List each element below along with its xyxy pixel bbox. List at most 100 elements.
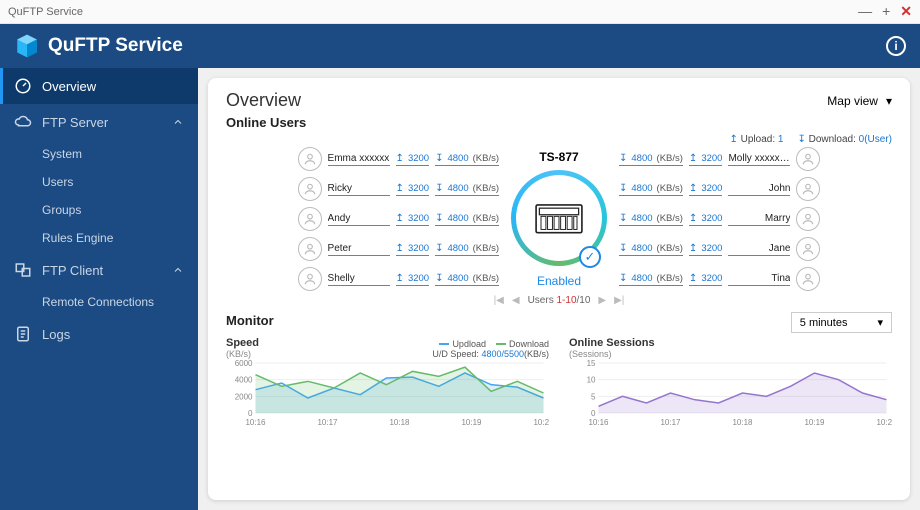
sidebar: Overview FTP Server System Users Groups …	[0, 68, 198, 510]
user-name: Shelly	[328, 273, 390, 286]
user-row[interactable]: Molly xxxxxx...↥3200↧4800(KB/s)	[619, 147, 820, 171]
user-row[interactable]: Tina↥3200↧4800(KB/s)	[619, 267, 820, 291]
legend-upload: Updload	[452, 339, 486, 349]
check-badge-icon: ✓	[579, 246, 601, 268]
upload-speed: ↥3200	[396, 183, 430, 196]
download-arrow-icon: ↧	[435, 243, 443, 254]
app-header: QuFTP Service i	[0, 24, 920, 68]
sidebar-label: FTP Client	[42, 263, 103, 278]
sidebar-item-overview[interactable]: Overview	[0, 68, 198, 104]
device-name: TS-877	[539, 150, 578, 164]
user-row[interactable]: Ricky↥3200↧4800(KB/s)	[298, 177, 499, 201]
upload-speed: ↥3200	[396, 243, 430, 256]
svg-text:10:17: 10:17	[317, 418, 338, 427]
svg-text:6000: 6000	[235, 359, 253, 368]
svg-text:10: 10	[587, 376, 596, 385]
pager-next[interactable]: ▶	[598, 295, 606, 306]
ud-value: 4800/5500	[481, 349, 524, 359]
pager-label: Users	[528, 295, 554, 306]
page-title: Overview	[226, 90, 301, 111]
avatar-icon	[796, 177, 820, 201]
user-name: Emma xxxxxx	[328, 153, 390, 166]
download-arrow-icon: ↧	[619, 153, 627, 164]
download-arrow-icon: ↧	[435, 213, 443, 224]
pager-prev[interactable]: ◀	[512, 295, 520, 306]
download-speed: ↧4800(KB/s)	[619, 273, 683, 286]
svg-text:10:19: 10:19	[461, 418, 482, 427]
upload-speed: ↥3200	[689, 183, 723, 196]
speed-chart-unit: (KB/s)	[226, 349, 259, 359]
user-row[interactable]: Andy↥3200↧4800(KB/s)	[298, 207, 499, 231]
upload-count: 1	[778, 134, 784, 145]
user-row[interactable]: John ↥3200 ↧4800(KB/s)	[619, 177, 820, 201]
download-arrow-icon: ↧	[619, 213, 627, 224]
close-button[interactable]: ✕	[900, 3, 912, 20]
main-content: Overview Map view ▾ Online Users ↥ Uploa…	[208, 78, 910, 500]
view-selector[interactable]: Map view ▾	[827, 94, 892, 108]
user-row[interactable]: Peter↥3200↧4800(KB/s)	[298, 237, 499, 261]
sidebar-sub-rules[interactable]: Rules Engine	[0, 224, 198, 252]
upload-arrow-icon: ↥	[729, 134, 737, 145]
svg-text:10:16: 10:16	[245, 418, 266, 427]
user-row[interactable]: Jane↥3200↧4800(KB/s)	[619, 237, 820, 261]
client-icon	[14, 261, 32, 279]
sessions-chart-svg: 05101510:1610:1710:1810:1910:20	[569, 359, 892, 427]
upload-arrow-icon: ↥	[689, 213, 697, 224]
sidebar-item-ftpserver[interactable]: FTP Server	[0, 104, 198, 140]
sidebar-item-ftpclient[interactable]: FTP Client	[0, 252, 198, 288]
download-speed: ↧4800(KB/s)	[435, 213, 499, 226]
upload-speed: ↥3200	[689, 273, 723, 286]
svg-text:10:16: 10:16	[588, 418, 609, 427]
svg-text:0: 0	[591, 409, 596, 418]
avatar-icon	[796, 207, 820, 231]
download-speed: ↧4800(KB/s)	[435, 273, 499, 286]
upload-arrow-icon: ↥	[396, 183, 404, 194]
pager-total: /10	[577, 295, 591, 306]
sidebar-label: Logs	[42, 327, 70, 342]
download-speed: ↧4800(KB/s)	[619, 153, 683, 166]
hub: TS-877 ✓ Enabled	[511, 150, 607, 288]
user-name: John	[728, 183, 790, 196]
svg-text:10:18: 10:18	[389, 418, 410, 427]
minimize-button[interactable]: —	[858, 3, 872, 20]
sidebar-sub-groups[interactable]: Groups	[0, 196, 198, 224]
user-name: Jane	[728, 243, 790, 256]
pager: |◀ ◀ Users 1-10/10 ▶ ▶|	[226, 295, 892, 306]
status-ring: ✓	[511, 170, 607, 266]
avatar-icon	[298, 267, 322, 291]
sidebar-sub-system[interactable]: System	[0, 140, 198, 168]
svg-text:0: 0	[248, 409, 253, 418]
time-range-select[interactable]: 5 minutes ▾	[791, 312, 892, 333]
user-row[interactable]: Marry↥3200↧4800(KB/s)	[619, 207, 820, 231]
download-arrow-icon: ↧	[619, 273, 627, 284]
pager-last[interactable]: ▶|	[614, 295, 624, 306]
time-range-value: 5 minutes	[800, 317, 848, 329]
download-speed: ↧4800(KB/s)	[619, 183, 683, 196]
svg-text:4000: 4000	[235, 376, 253, 385]
user-row[interactable]: Emma xxxxxx↥3200↧4800(KB/s)	[298, 147, 499, 171]
sidebar-item-logs[interactable]: Logs	[0, 316, 198, 352]
upload-arrow-icon: ↥	[396, 243, 404, 254]
sessions-chart-title: Online Sessions	[569, 337, 892, 349]
logs-icon	[14, 325, 32, 343]
app-title: QuFTP Service	[48, 35, 183, 57]
speed-chart: Speed (KB/s) Updload Download U/D Speed:…	[226, 337, 549, 432]
sidebar-sub-remote[interactable]: Remote Connections	[0, 288, 198, 316]
maximize-button[interactable]: +	[882, 3, 890, 20]
sidebar-sub-users[interactable]: Users	[0, 168, 198, 196]
download-arrow-icon: ↧	[619, 183, 627, 194]
upload-arrow-icon: ↥	[689, 183, 697, 194]
view-selector-label: Map view	[827, 94, 878, 108]
upload-arrow-icon: ↥	[396, 213, 404, 224]
avatar-icon	[298, 207, 322, 231]
info-icon[interactable]: i	[886, 36, 906, 56]
pager-range: 1-10	[556, 295, 576, 306]
nas-device-icon	[534, 200, 584, 236]
avatar-icon	[298, 147, 322, 171]
avatar-icon	[298, 177, 322, 201]
sessions-chart-unit: (Sessions)	[569, 349, 892, 359]
upload-download-summary: ↥ Upload: 1 ↧ Download: 0(User)	[226, 134, 892, 145]
download-label: Download:	[809, 134, 856, 145]
user-row[interactable]: Shelly↥3200↧4800(KB/s)	[298, 267, 499, 291]
pager-first[interactable]: |◀	[494, 295, 504, 306]
